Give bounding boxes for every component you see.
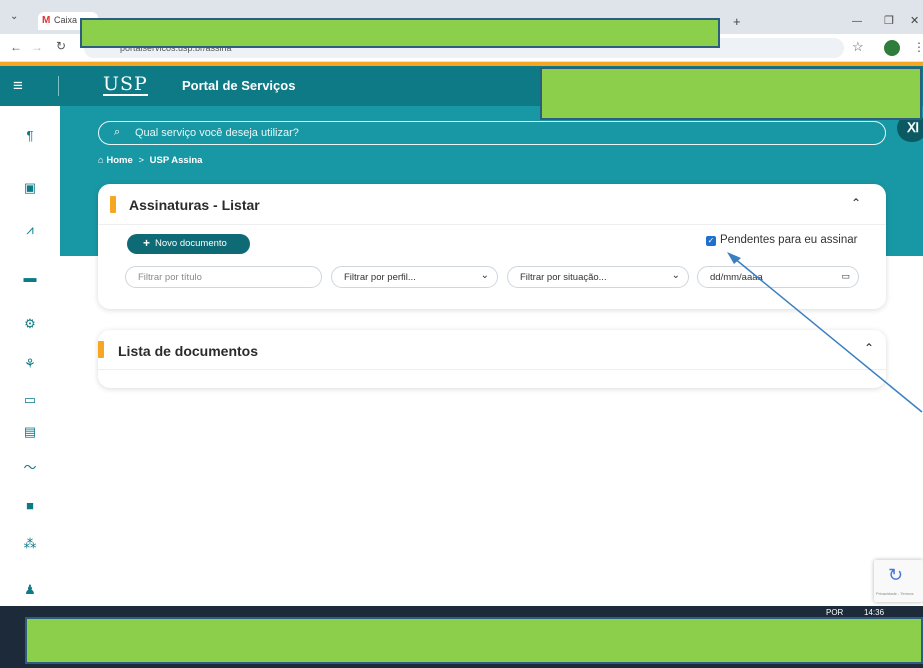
annotation-arrow: [727, 252, 923, 413]
